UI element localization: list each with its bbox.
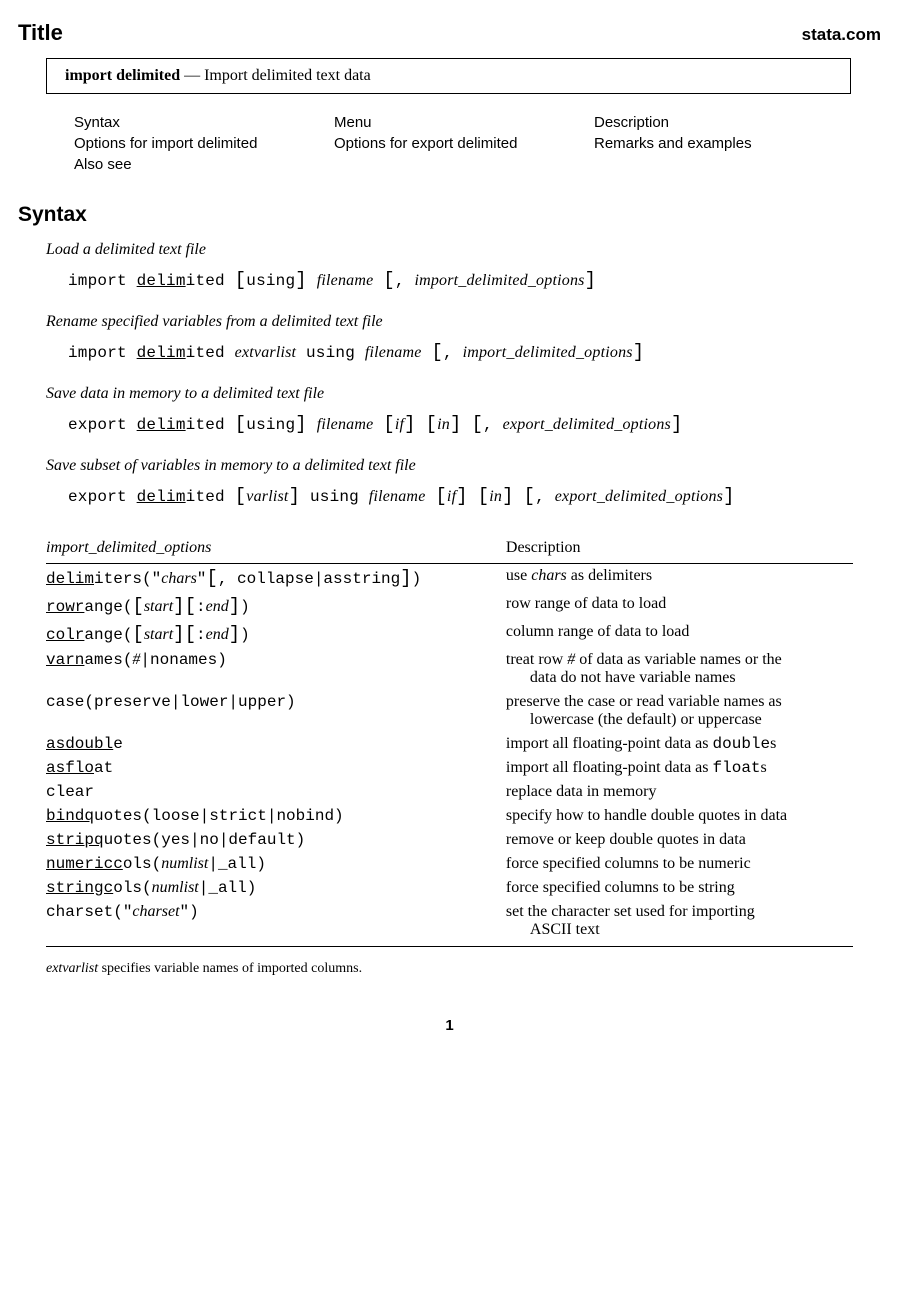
syntax-heading: Syntax (18, 203, 881, 227)
option-syntax: bindquotes(loose|strict|nobind) (46, 804, 506, 828)
option-syntax: clear (46, 780, 506, 804)
table-row: numericcols(numlist|_all)force specified… (46, 852, 853, 876)
option-description: column range of data to load (506, 620, 853, 648)
table-row: charset("charset")set the character set … (46, 900, 853, 942)
footnote-term: extvarlist (46, 961, 98, 976)
option-description: remove or keep double quotes in data (506, 828, 853, 852)
syntax-desc: Load a delimited text file (46, 241, 881, 259)
table-row: stringcols(numlist|_all)force specified … (46, 876, 853, 900)
nav-remarks[interactable]: Remarks and examples (594, 135, 881, 152)
option-syntax: delimiters("chars"[, collapse|asstring]) (46, 564, 506, 593)
option-description: preserve the case or read variable names… (506, 690, 853, 732)
table-row: clearreplace data in memory (46, 780, 853, 804)
table-row: colrange([start][:end])column range of d… (46, 620, 853, 648)
option-syntax: case(preserve|lower|upper) (46, 690, 506, 732)
table-row: rowrange([start][:end])row range of data… (46, 592, 853, 620)
nav-also-see[interactable]: Also see (74, 156, 334, 173)
option-syntax: stringcols(numlist|_all) (46, 876, 506, 900)
syntax-block-3: Save data in memory to a delimited text … (46, 385, 881, 435)
syntax-desc: Save data in memory to a delimited text … (46, 385, 881, 403)
options-col2-header: Description (506, 535, 853, 564)
table-row: bindquotes(loose|strict|nobind)specify h… (46, 804, 853, 828)
command-title-box: import delimited — Import delimited text… (46, 58, 851, 94)
command-description: Import delimited text data (204, 67, 371, 84)
option-description: force specified columns to be string (506, 876, 853, 900)
nav-options-import[interactable]: Options for import delimited (74, 135, 334, 152)
page-number: 1 (18, 1017, 881, 1034)
syntax-line: export delimited [using] filename [if] [… (68, 413, 881, 435)
table-row: varnames(#|nonames)treat row # of data a… (46, 648, 853, 690)
option-syntax: asdouble (46, 732, 506, 756)
option-description: force specified columns to be numeric (506, 852, 853, 876)
table-bottom-rule (46, 946, 853, 947)
brand-link[interactable]: stata.com (802, 25, 881, 45)
option-description: use chars as delimiters (506, 564, 853, 593)
footnote: extvarlist specifies variable names of i… (46, 961, 853, 977)
table-row: asdoubleimport all floating-point data a… (46, 732, 853, 756)
syntax-line: import delimited extvarlist using filena… (68, 341, 881, 363)
command-sep: — (180, 67, 204, 84)
option-description: import all floating-point data as floats (506, 756, 853, 780)
options-table: import_delimited_options Description del… (46, 535, 853, 942)
nav-syntax[interactable]: Syntax (74, 114, 334, 131)
syntax-line: import delimited [using] filename [, imp… (68, 269, 881, 291)
options-col1-header: import_delimited_options (46, 535, 506, 564)
table-row: asfloatimport all floating-point data as… (46, 756, 853, 780)
table-row: stripquotes(yes|no|default)remove or kee… (46, 828, 853, 852)
option-description: import all floating-point data as double… (506, 732, 853, 756)
table-row: delimiters("chars"[, collapse|asstring])… (46, 564, 853, 593)
nav-links: Syntax Menu Description Options for impo… (74, 114, 881, 173)
syntax-desc: Save subset of variables in memory to a … (46, 457, 881, 475)
syntax-desc: Rename specified variables from a delimi… (46, 313, 881, 331)
option-syntax: colrange([start][:end]) (46, 620, 506, 648)
page-title-label: Title (18, 20, 63, 46)
option-description: specify how to handle double quotes in d… (506, 804, 853, 828)
option-syntax: rowrange([start][:end]) (46, 592, 506, 620)
syntax-block-1: Load a delimited text file import delimi… (46, 241, 881, 291)
nav-options-export[interactable]: Options for export delimited (334, 135, 594, 152)
command-name: import delimited (65, 67, 180, 84)
option-syntax: numericcols(numlist|_all) (46, 852, 506, 876)
syntax-block-2: Rename specified variables from a delimi… (46, 313, 881, 363)
option-description: replace data in memory (506, 780, 853, 804)
option-description: set the character set used for importing… (506, 900, 853, 942)
option-description: row range of data to load (506, 592, 853, 620)
table-row: case(preserve|lower|upper)preserve the c… (46, 690, 853, 732)
syntax-block-4: Save subset of variables in memory to a … (46, 457, 881, 507)
nav-description[interactable]: Description (594, 114, 881, 131)
option-description: treat row # of data as variable names or… (506, 648, 853, 690)
option-syntax: stripquotes(yes|no|default) (46, 828, 506, 852)
option-syntax: asfloat (46, 756, 506, 780)
option-syntax: varnames(#|nonames) (46, 648, 506, 690)
syntax-line: export delimited [varlist] using filenam… (68, 485, 881, 507)
footnote-text: specifies variable names of imported col… (98, 961, 362, 976)
option-syntax: charset("charset") (46, 900, 506, 942)
nav-menu[interactable]: Menu (334, 114, 594, 131)
